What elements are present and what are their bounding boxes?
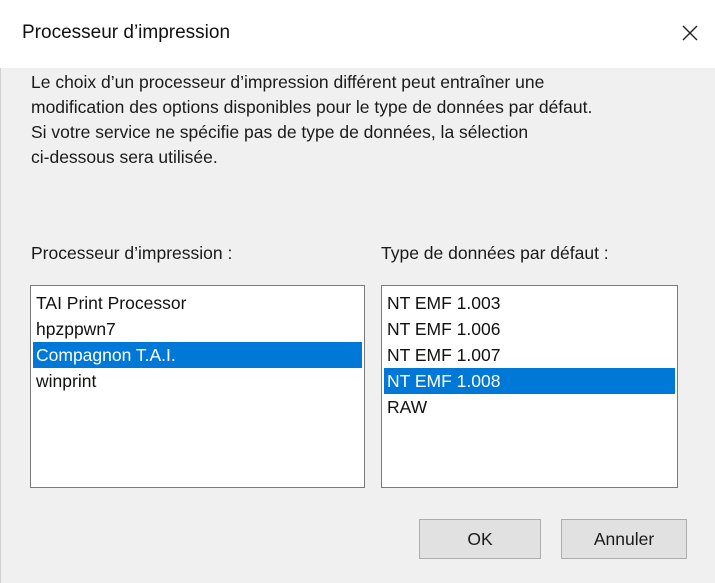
title-bar: Processeur d’impression — [0, 0, 715, 68]
processor-item-tai-print-processor[interactable]: TAI Print Processor — [33, 290, 362, 316]
cancel-button[interactable]: Annuler — [561, 519, 687, 559]
dialog-content: Le choix d’un processeur d’impression di… — [0, 68, 715, 583]
datatype-item-raw[interactable]: RAW — [384, 394, 675, 420]
ok-button[interactable]: OK — [419, 519, 541, 559]
description-line: Si votre service ne spécifie pas de type… — [31, 122, 529, 142]
processor-list-label: Processeur d’impression : — [31, 243, 233, 263]
description-line: ci-dessous sera utilisée. — [31, 147, 218, 167]
datatype-listbox[interactable]: NT EMF 1.003 NT EMF 1.006 NT EMF 1.007 N… — [381, 285, 678, 488]
close-icon — [682, 25, 698, 41]
datatype-item-emf-1008[interactable]: NT EMF 1.008 — [384, 368, 675, 394]
description-line: Le choix d’un processeur d’impression di… — [31, 72, 545, 92]
print-processor-dialog: Processeur d’impression Le choix d’un pr… — [0, 0, 715, 583]
datatype-list-label: Type de données par défaut : — [381, 243, 609, 263]
description-text: Le choix d’un processeur d’impression di… — [31, 70, 711, 170]
description-line: modification des options disponibles pou… — [31, 97, 593, 117]
datatype-item-emf-1007[interactable]: NT EMF 1.007 — [384, 342, 675, 368]
processor-listbox[interactable]: TAI Print Processor hpzppwn7 Compagnon T… — [30, 285, 365, 488]
dialog-title: Processeur d’impression — [22, 22, 231, 43]
datatype-item-emf-1006[interactable]: NT EMF 1.006 — [384, 316, 675, 342]
close-button[interactable] — [675, 18, 705, 48]
processor-item-compagnon-tai[interactable]: Compagnon T.A.I. — [33, 342, 362, 368]
processor-item-winprint[interactable]: winprint — [33, 368, 362, 394]
datatype-item-emf-1003[interactable]: NT EMF 1.003 — [384, 290, 675, 316]
processor-item-hpzppwn7[interactable]: hpzppwn7 — [33, 316, 362, 342]
